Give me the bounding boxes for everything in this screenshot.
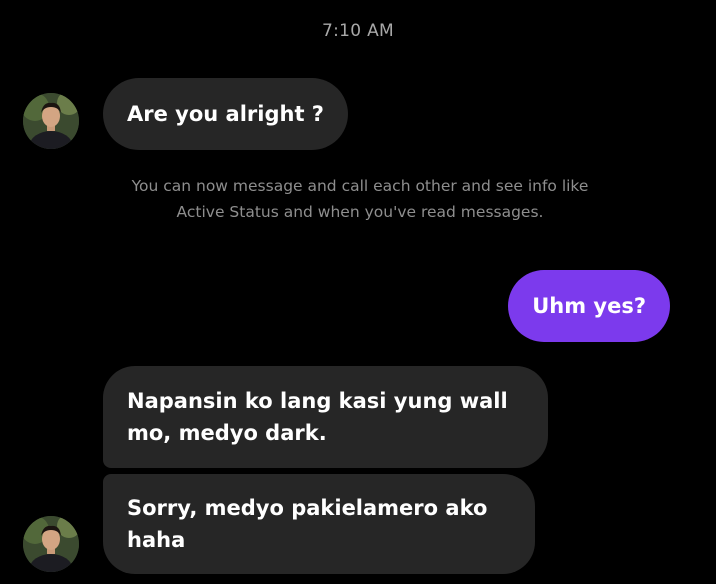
message-timestamp: 7:10 AM <box>322 21 394 41</box>
contact-avatar[interactable] <box>23 516 79 572</box>
avatar-photo-icon <box>23 516 79 572</box>
connection-notice: You can now message and call each other … <box>131 177 589 221</box>
contact-avatar[interactable] <box>23 93 79 149</box>
message-bubble-incoming[interactable]: Sorry, medyo pakielamero ako haha <box>103 474 535 574</box>
message-bubble-incoming[interactable]: Napansin ko lang kasi yung wall mo, medy… <box>103 366 548 468</box>
message-bubble-incoming[interactable]: Are you alright ? <box>103 78 348 150</box>
message-bubble-outgoing[interactable]: Uhm yes? <box>508 270 670 342</box>
avatar-photo-icon <box>23 93 79 149</box>
